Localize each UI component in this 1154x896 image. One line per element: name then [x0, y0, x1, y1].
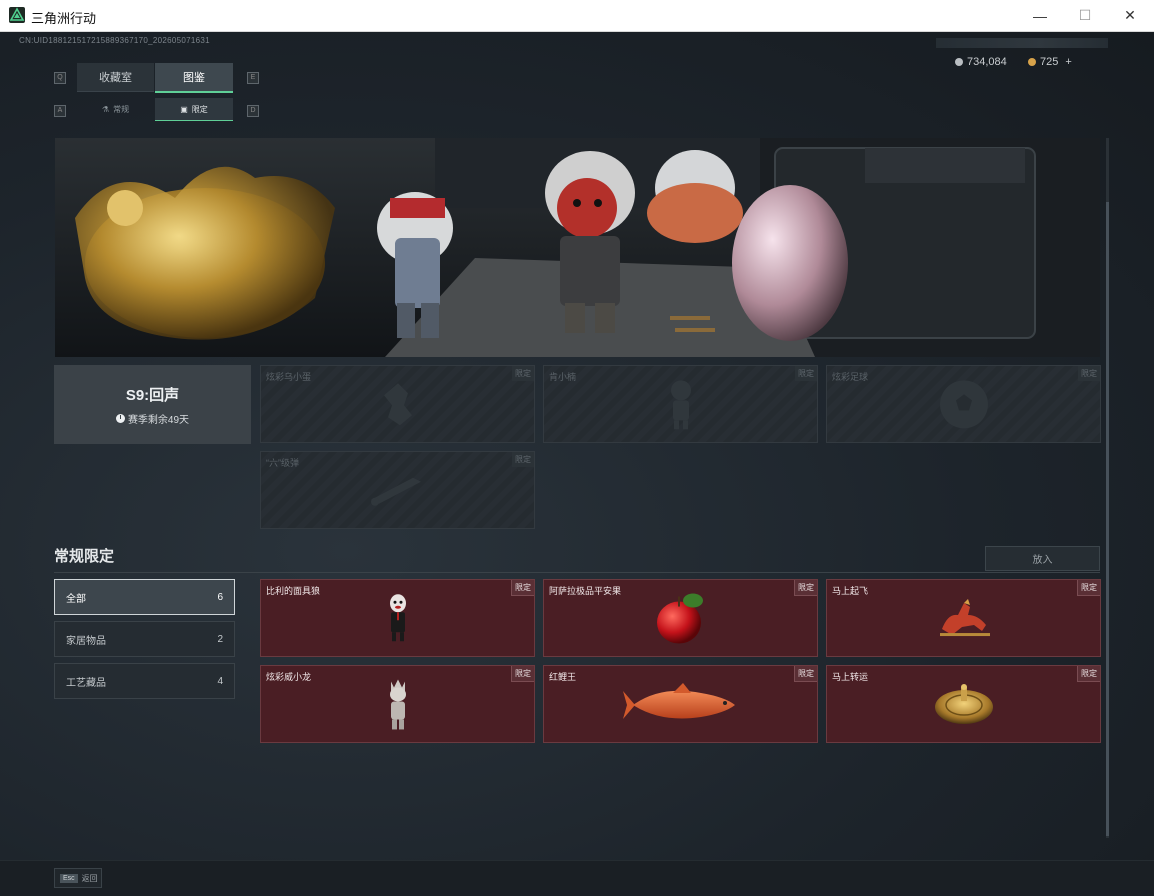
- limited-badge: 限定: [794, 580, 817, 596]
- item-name: 炫彩乌小蛋: [266, 372, 312, 382]
- category-home-items[interactable]: 家居物品 2: [54, 621, 235, 657]
- doll-figure-icon: [383, 677, 413, 736]
- gold-amount: 725: [1040, 56, 1059, 68]
- season-item-card[interactable]: 炫彩乌小蛋 限定: [260, 365, 535, 443]
- season-item-card[interactable]: “六”级弹 限定: [260, 451, 535, 529]
- subtab-regular[interactable]: ⚗ 常规: [77, 98, 154, 120]
- key-hint-e: E: [247, 72, 259, 84]
- collection-item-card[interactable]: 红鲤王 限定: [543, 665, 818, 743]
- limited-badge: 限定: [1077, 580, 1100, 596]
- item-name: 马上转运: [832, 672, 869, 682]
- figure-silhouette-icon: [666, 378, 696, 435]
- category-craft-collectibles[interactable]: 工艺藏品 4: [54, 663, 235, 699]
- section-title: 常规限定: [54, 548, 115, 565]
- category-count: 4: [217, 675, 223, 687]
- subtab-limited[interactable]: ▣ 限定: [155, 98, 233, 121]
- key-hint-q: Q: [54, 72, 66, 84]
- tab-collection-room[interactable]: 收藏室: [77, 63, 154, 92]
- apple-icon: [653, 591, 709, 652]
- maximize-button[interactable]: ☐: [1062, 0, 1108, 31]
- limited-badge: 限定: [794, 666, 817, 682]
- season-item-card[interactable]: 炫彩足球 限定: [826, 365, 1101, 443]
- limited-badge: 限定: [512, 366, 534, 381]
- scrollbar-thumb[interactable]: [1106, 202, 1109, 836]
- flask-icon: ⚗: [101, 104, 110, 114]
- season-remaining: 赛季剩余49天: [115, 411, 189, 426]
- golden-disc-icon: [933, 681, 995, 732]
- limited-badge: 限定: [1078, 366, 1100, 381]
- add-currency-button[interactable]: +: [1065, 56, 1071, 68]
- item-name: 阿萨拉极品平安果: [549, 586, 622, 596]
- season-item-card[interactable]: 肯小楠 限定: [543, 365, 818, 443]
- key-hint-a: A: [54, 105, 66, 117]
- collection-item-card[interactable]: 炫彩威小龙 限定: [260, 665, 535, 743]
- season-banner-image: [55, 138, 1100, 357]
- image-icon: ▣: [180, 104, 188, 114]
- category-count: 6: [217, 591, 223, 603]
- app-logo-icon: [9, 7, 25, 23]
- collection-item-card[interactable]: 阿萨拉极品平安果 限定: [543, 579, 818, 657]
- item-name: 炫彩威小龙: [266, 672, 312, 682]
- collection-item-card[interactable]: 比利的面具狼 限定: [260, 579, 535, 657]
- user-id-label: CN:UID18812151721588936717​0_20260507163…: [19, 36, 210, 45]
- esc-key-hint: Esc: [60, 873, 78, 883]
- football-silhouette-icon: [938, 378, 990, 435]
- gold-currency[interactable]: 725 +: [1028, 56, 1072, 68]
- place-button[interactable]: 放入: [985, 546, 1100, 571]
- carp-fish-icon: [621, 681, 741, 732]
- horse-icon: [934, 595, 994, 646]
- top-decoration: [936, 38, 1108, 48]
- limited-badge: 限定: [511, 666, 534, 682]
- back-label: 返回: [81, 873, 98, 883]
- bird-egg-silhouette-icon: [378, 379, 418, 434]
- season-card: S9:回声 赛季剩余49天: [54, 365, 251, 444]
- item-name: 马上起飞: [832, 586, 869, 596]
- category-label: 工艺藏品: [66, 677, 106, 689]
- minimize-button[interactable]: —: [1017, 0, 1063, 31]
- limited-badge: 限定: [1077, 666, 1100, 682]
- collection-item-card[interactable]: 马上转运 限定: [826, 665, 1101, 743]
- puppet-figure-icon: [383, 593, 413, 648]
- item-name: “六”级弹: [266, 458, 299, 468]
- collection-item-card[interactable]: 马上起飞 限定: [826, 579, 1101, 657]
- item-name: 比利的面具狼: [266, 586, 321, 596]
- item-name: 肯小楠: [549, 372, 577, 382]
- window-titlebar: 三角洲行动 — ☐ ✕: [0, 0, 1154, 32]
- item-name: 红鲤王: [549, 672, 577, 682]
- bottom-bar: [0, 860, 1154, 896]
- silver-currency: 734,084: [955, 56, 1007, 68]
- game-viewport: CN:UID18812151721588936717​0_20260507163…: [0, 32, 1154, 896]
- clock-icon: [115, 413, 125, 423]
- limited-badge: 限定: [512, 452, 534, 467]
- bullet-silhouette-icon: [363, 470, 433, 515]
- season-title: S9:回声: [125, 386, 180, 404]
- tab-catalog[interactable]: 图鉴: [155, 63, 233, 93]
- key-hint-d: D: [247, 105, 259, 117]
- item-name: 炫彩足球: [832, 372, 869, 382]
- silver-coin-icon: [955, 58, 963, 66]
- category-label: 家居物品: [66, 635, 106, 647]
- section-divider: [54, 572, 1100, 573]
- window-title: 三角洲行动: [31, 11, 97, 26]
- back-button[interactable]: Esc 返回: [54, 868, 102, 888]
- gold-coin-icon: [1028, 58, 1036, 66]
- limited-badge: 限定: [795, 366, 817, 381]
- category-all[interactable]: 全部 6: [54, 579, 235, 615]
- category-count: 2: [217, 633, 223, 645]
- silver-amount: 734,084: [967, 56, 1007, 68]
- limited-badge: 限定: [511, 580, 534, 596]
- close-button[interactable]: ✕: [1107, 0, 1153, 31]
- category-label: 全部: [66, 593, 86, 605]
